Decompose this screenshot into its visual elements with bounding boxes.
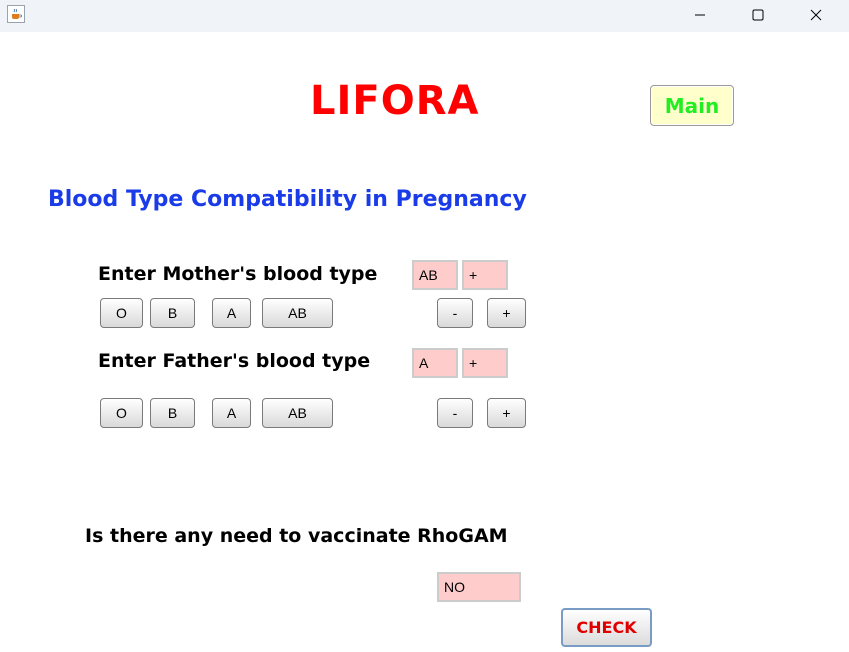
close-button[interactable] (793, 0, 839, 30)
app-title: LIFORA (310, 78, 480, 124)
mother-blood-type-label: Enter Mother's blood type (98, 263, 378, 285)
rhogam-answer-field[interactable]: NO (437, 572, 521, 602)
mother-o-button[interactable]: O (100, 298, 143, 328)
father-abo-field[interactable]: A (412, 348, 458, 378)
maximize-button[interactable] (735, 0, 781, 30)
father-rh-field[interactable]: + (462, 348, 508, 378)
mother-rh-positive-button[interactable]: + (487, 298, 526, 328)
father-rh-positive-button[interactable]: + (487, 398, 526, 428)
mother-rh-field[interactable]: + (462, 260, 508, 290)
father-b-button[interactable]: B (150, 398, 195, 428)
mother-b-button[interactable]: B (150, 298, 195, 328)
check-button[interactable]: CHECK (561, 608, 652, 647)
father-a-button[interactable]: A (212, 398, 251, 428)
mother-ab-button[interactable]: AB (262, 298, 333, 328)
java-cup-icon[interactable] (7, 5, 25, 23)
father-o-button[interactable]: O (100, 398, 143, 428)
father-ab-button[interactable]: AB (262, 398, 333, 428)
rhogam-question-label: Is there any need to vaccinate RhoGAM (85, 525, 508, 547)
father-rh-negative-button[interactable]: - (437, 398, 473, 428)
mother-rh-negative-button[interactable]: - (437, 298, 473, 328)
window-titlebar (0, 0, 849, 32)
mother-a-button[interactable]: A (212, 298, 251, 328)
mother-abo-field[interactable]: AB (412, 260, 458, 290)
page-subtitle: Blood Type Compatibility in Pregnancy (48, 187, 527, 212)
minimize-button[interactable] (677, 0, 723, 30)
main-button[interactable]: Main (650, 85, 734, 126)
father-blood-type-label: Enter Father's blood type (98, 350, 371, 372)
close-icon (810, 9, 822, 21)
minimize-icon (695, 14, 705, 16)
maximize-icon (752, 9, 764, 21)
